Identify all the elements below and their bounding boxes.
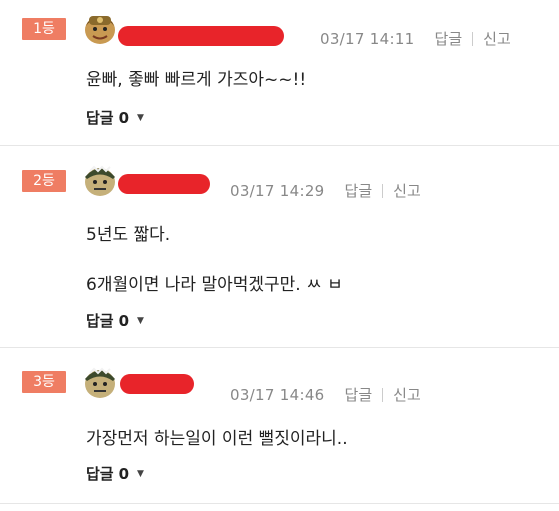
reply-link[interactable]: 답글 [345, 384, 373, 405]
caret-down-icon: ▼ [137, 468, 144, 479]
divider [382, 387, 384, 402]
comment-text-line-2: 6개월이면 나라 말아먹겠구만. ㅆ ㅂ [86, 275, 343, 295]
reply-label: 답글 [86, 312, 114, 330]
comment-2: 2등 03/17 14:29 답글 신고 5년도 짧다. 6개월이면 나라 말아… [0, 146, 559, 346]
timestamp: 03/17 14:29 [230, 181, 325, 200]
timestamp: 03/17 14:11 [320, 29, 415, 48]
comment-1: 1등 03/17 14:11 답글 신고 윤빠, 좋빠 빠르게 가즈아~~!! … [0, 0, 559, 144]
redacted-username [118, 26, 284, 46]
user-avatar-icon[interactable] [82, 162, 118, 198]
reply-label: 답글 [86, 465, 114, 483]
comment-text-line-1: 5년도 짧다. [86, 225, 171, 245]
report-link[interactable]: 신고 [393, 384, 421, 405]
redacted-username [120, 374, 194, 394]
comment-meta: 03/17 14:11 답글 신고 [320, 28, 511, 49]
reply-link[interactable]: 답글 [435, 28, 463, 49]
reply-count: 0 [118, 108, 130, 127]
rank-badge: 2등 [22, 170, 66, 192]
comment-text: 윤빠, 좋빠 빠르게 가즈아~~!! [86, 70, 307, 90]
timestamp: 03/17 14:46 [230, 385, 325, 404]
divider [382, 183, 384, 198]
rank-badge: 1등 [22, 18, 66, 40]
reply-count: 0 [118, 311, 130, 330]
comment-meta: 03/17 14:29 답글 신고 [230, 180, 421, 201]
caret-down-icon: ▼ [137, 112, 144, 123]
user-avatar-icon[interactable] [82, 10, 118, 46]
divider [472, 31, 474, 46]
reply-label: 답글 [86, 109, 114, 127]
comment-meta: 03/17 14:46 답글 신고 [230, 384, 421, 405]
reply-link[interactable]: 답글 [345, 180, 373, 201]
comment-separator [0, 503, 559, 504]
redacted-username [118, 174, 210, 194]
report-link[interactable]: 신고 [483, 28, 511, 49]
reply-toggle-button[interactable]: 답글 0 ▼ [86, 107, 144, 128]
rank-badge: 3등 [22, 371, 66, 393]
reply-count: 0 [118, 464, 130, 483]
user-avatar-icon[interactable] [82, 364, 118, 400]
comment-text: 가장먼저 하는일이 이런 뻘짓이라니.. [86, 429, 348, 449]
comment-3: 3등 03/17 14:46 답글 신고 가장먼저 하는일이 이런 뻘짓이라니.… [0, 348, 559, 498]
caret-down-icon: ▼ [137, 315, 144, 326]
reply-toggle-button[interactable]: 답글 0 ▼ [86, 463, 144, 484]
report-link[interactable]: 신고 [393, 180, 421, 201]
reply-toggle-button[interactable]: 답글 0 ▼ [86, 310, 144, 331]
